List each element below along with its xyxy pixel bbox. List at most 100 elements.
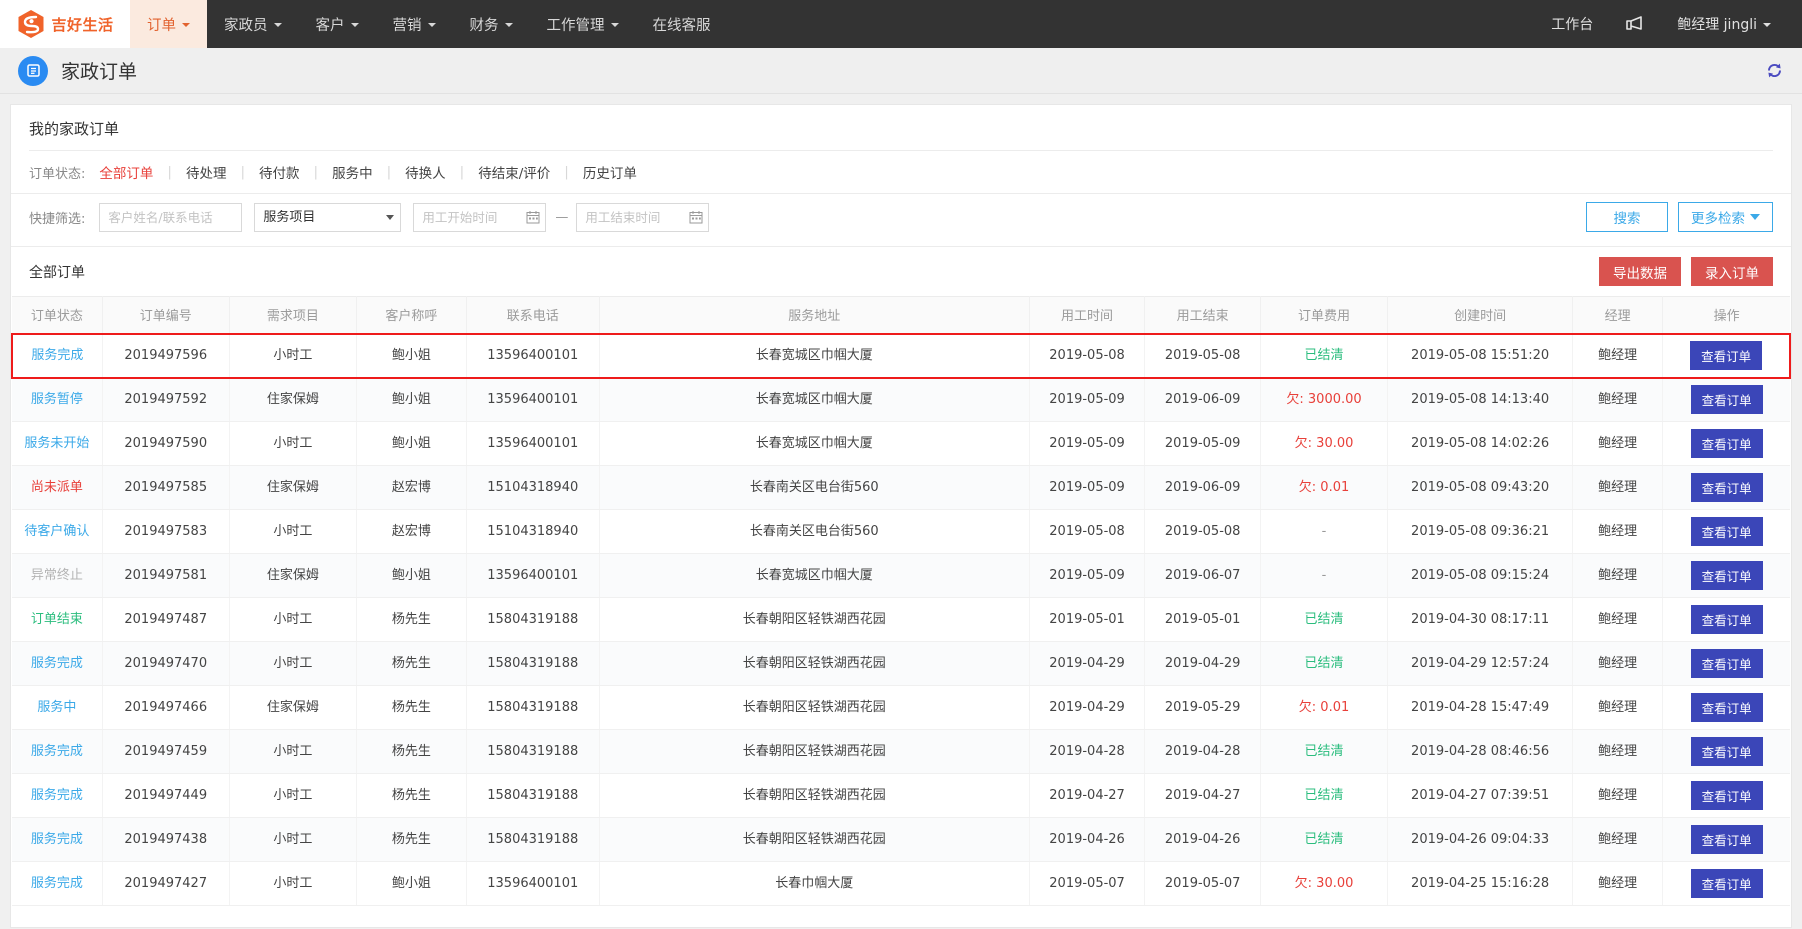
more-search-button[interactable]: 更多检索 [1678, 202, 1773, 232]
table-row[interactable]: 订单结束 2019497487 小时工 杨先生 15804319188 长春朝阳区轻铁湖西… [12, 597, 1790, 642]
view-order-button[interactable]: 查看订单 [1690, 385, 1763, 415]
cell-manager-text: 鲍经理 [1598, 875, 1638, 891]
table-row[interactable]: 服务中 2019497466 住家保姆 杨先生 15804319188 长春朝阳区轻铁湖西… [12, 685, 1790, 730]
status-tab-pending[interactable]: 待处理 [172, 162, 241, 182]
view-order-button[interactable]: 查看订单 [1690, 561, 1763, 590]
nav-item-finance[interactable]: 财务 [453, 0, 530, 48]
table-row[interactable]: 异常终止 2019497581 住家保姆 鲍小姐 13596400101 长春宽城区巾帼大… [12, 553, 1790, 598]
view-order-button[interactable]: 查看订单 [1690, 473, 1763, 502]
orders-table-container[interactable]: 订单状态 订单编号 需求项目 客户称呼 联系电话 服务地址 用工时间 用工结束 … [11, 296, 1791, 906]
status-tab-ending-review[interactable]: 待结束/评价 [464, 162, 564, 182]
cell-operation: 查看订单 [1662, 553, 1790, 598]
cell-order-status[interactable]: 服务完成 [12, 641, 103, 686]
cell-order-status-text: 订单结束 [30, 611, 83, 627]
orders-table: 订单状态 订单编号 需求项目 客户称呼 联系电话 服务地址 用工时间 用工结束 … [11, 296, 1791, 906]
nav-item-online-service[interactable]: 在线客服 [636, 0, 728, 48]
cell-order-status[interactable]: 服务完成 [11, 332, 103, 379]
cell-start-date: 2019-04-26 [1029, 817, 1146, 862]
status-tab-replace[interactable]: 待换人 [391, 162, 460, 182]
cell-order-status[interactable]: 服务未开始 [12, 421, 103, 466]
brand-logo[interactable]: 吉好生活 [0, 0, 130, 48]
cell-service-item: 住家保姆 [229, 553, 357, 598]
cell-service-item: 住家保姆 [229, 685, 357, 730]
cell-manager: 鲍经理 [1572, 641, 1664, 686]
workbench-link[interactable]: 工作台 [1534, 14, 1610, 34]
table-row[interactable]: 服务完成 2019497438 小时工 杨先生 15804319188 长春朝阳区轻铁湖西… [12, 817, 1790, 862]
table-row[interactable]: 尚未派单 2019497585 住家保姆 赵宏博 15104318940 长春南关区电台街… [12, 465, 1790, 510]
view-order-button[interactable]: 查看订单 [1690, 605, 1763, 634]
cell-operation: 查看订单 [1662, 817, 1790, 862]
nav-item-customers[interactable]: 客户 [299, 0, 376, 48]
status-tab-all[interactable]: 全部订单 [99, 162, 167, 182]
cell-manager: 鲍经理 [1572, 861, 1664, 906]
cell-order-status[interactable]: 待客户确认 [12, 509, 103, 554]
create-order-button[interactable]: 录入订单 [1691, 257, 1773, 286]
cell-start-date: 2019-04-28 [1029, 729, 1146, 774]
cell-start-date-text: 2019-05-09 [1049, 479, 1125, 495]
cell-address: 长春宽城区巾帼大厦 [599, 332, 1030, 379]
user-menu[interactable]: 鲍经理 jingli [1660, 14, 1788, 34]
view-order-button[interactable]: 查看订单 [1690, 517, 1763, 546]
nav-item-housekeepers[interactable]: 家政员 [207, 0, 299, 48]
table-row[interactable]: 待客户确认 2019497583 小时工 赵宏博 15104318940 长春南关区电台街… [12, 509, 1790, 554]
cell-order-status[interactable]: 异常终止 [12, 553, 103, 598]
table-row[interactable]: 服务完成 2019497449 小时工 杨先生 15804319188 长春朝阳区轻铁湖西… [12, 773, 1790, 818]
cell-order-no: 2019497470 [102, 641, 230, 686]
cell-order-status[interactable]: 服务暂停 [12, 377, 103, 422]
nav-item-marketing[interactable]: 营销 [376, 0, 453, 48]
start-date-input[interactable] [413, 202, 547, 232]
cell-fee: 欠: 0.01 [1260, 465, 1389, 510]
cell-order-status[interactable]: 服务完成 [12, 817, 103, 862]
cell-service-item-text: 住家保姆 [266, 391, 319, 407]
cell-start-date-text: 2019-04-27 [1049, 787, 1125, 803]
table-row[interactable]: 服务未开始 2019497590 小时工 鲍小姐 13596400101 长春宽城区巾帼大… [12, 421, 1790, 466]
cell-phone-text: 15104318940 [487, 479, 579, 495]
table-row[interactable]: 服务完成 2019497470 小时工 杨先生 15804319188 长春朝阳区轻铁湖西… [12, 641, 1790, 686]
view-order-button[interactable]: 查看订单 [1690, 781, 1763, 810]
search-button[interactable]: 搜索 [1586, 202, 1668, 232]
cell-order-status[interactable]: 订单结束 [12, 597, 103, 642]
announcement-button[interactable] [1610, 15, 1660, 33]
cell-end-date: 2019-06-09 [1144, 465, 1261, 510]
view-order-button[interactable]: 查看订单 [1690, 869, 1763, 898]
cell-order-status[interactable]: 服务中 [12, 685, 103, 730]
refresh-button[interactable] [1765, 61, 1784, 80]
cell-order-status[interactable]: 服务完成 [12, 729, 103, 774]
end-date-input[interactable] [576, 202, 710, 232]
chevron-down-icon [610, 23, 619, 27]
customer-search-input[interactable] [99, 202, 243, 232]
view-order-button[interactable]: 查看订单 [1690, 341, 1763, 370]
cell-service-item-text: 小时工 [273, 523, 313, 539]
cell-order-status[interactable]: 尚未派单 [12, 465, 103, 510]
status-tab-unpaid[interactable]: 待付款 [245, 162, 314, 182]
service-item-select[interactable]: 服务项目 [254, 202, 402, 232]
status-tab-in-service[interactable]: 服务中 [318, 162, 387, 182]
page-title: 家政订单 [61, 61, 138, 83]
table-row[interactable]: 服务完成 2019497459 小时工 杨先生 15804319188 长春朝阳区轻铁湖西… [12, 729, 1790, 774]
top-navigation-bar: 吉好生活 订单 家政员 客户 营销 财务 工作管理 在线客服 工作台 鲍经理 j… [0, 0, 1802, 48]
cell-order-no-text: 2019497596 [124, 347, 208, 363]
table-row[interactable]: 服务完成 2019497427 小时工 鲍小姐 13596400101 长春巾帼大厦 201… [12, 861, 1790, 906]
view-order-button[interactable]: 查看订单 [1690, 649, 1763, 678]
cell-customer-name-text: 鲍小姐 [391, 435, 431, 451]
view-order-button[interactable]: 查看订单 [1690, 737, 1763, 766]
status-tab-history[interactable]: 历史订单 [569, 162, 651, 182]
view-order-button[interactable]: 查看订单 [1690, 825, 1763, 854]
view-order-button[interactable]: 查看订单 [1690, 693, 1763, 722]
table-row[interactable]: 服务暂停 2019497592 住家保姆 鲍小姐 13596400101 长春宽城区巾帼大… [12, 377, 1790, 422]
cell-manager: 鲍经理 [1572, 553, 1664, 598]
cell-order-status[interactable]: 服务完成 [12, 861, 103, 906]
cell-end-date-text: 2019-05-29 [1164, 699, 1241, 715]
view-order-button[interactable]: 查看订单 [1690, 429, 1763, 458]
cell-order-status[interactable]: 服务完成 [12, 773, 103, 818]
nav-item-work-management[interactable]: 工作管理 [530, 0, 636, 48]
cell-created-time-text: 2019-04-26 09:04:33 [1411, 831, 1550, 847]
cell-manager: 鲍经理 [1572, 332, 1664, 379]
table-row[interactable]: 服务完成 2019497596 小时工 鲍小姐 13596400101 长春宽城区巾帼大厦… [11, 332, 1791, 379]
nav-item-orders[interactable]: 订单 [130, 0, 207, 48]
cell-order-status-text: 服务完成 [30, 875, 83, 891]
export-data-button[interactable]: 导出数据 [1599, 257, 1681, 286]
status-filter-row: 订单状态: 全部订单 | 待处理 | 待付款 | 服务中 | 待换人 | 待结束… [11, 151, 1791, 193]
chevron-down-icon [350, 23, 359, 27]
date-range-separator: — [555, 209, 569, 225]
